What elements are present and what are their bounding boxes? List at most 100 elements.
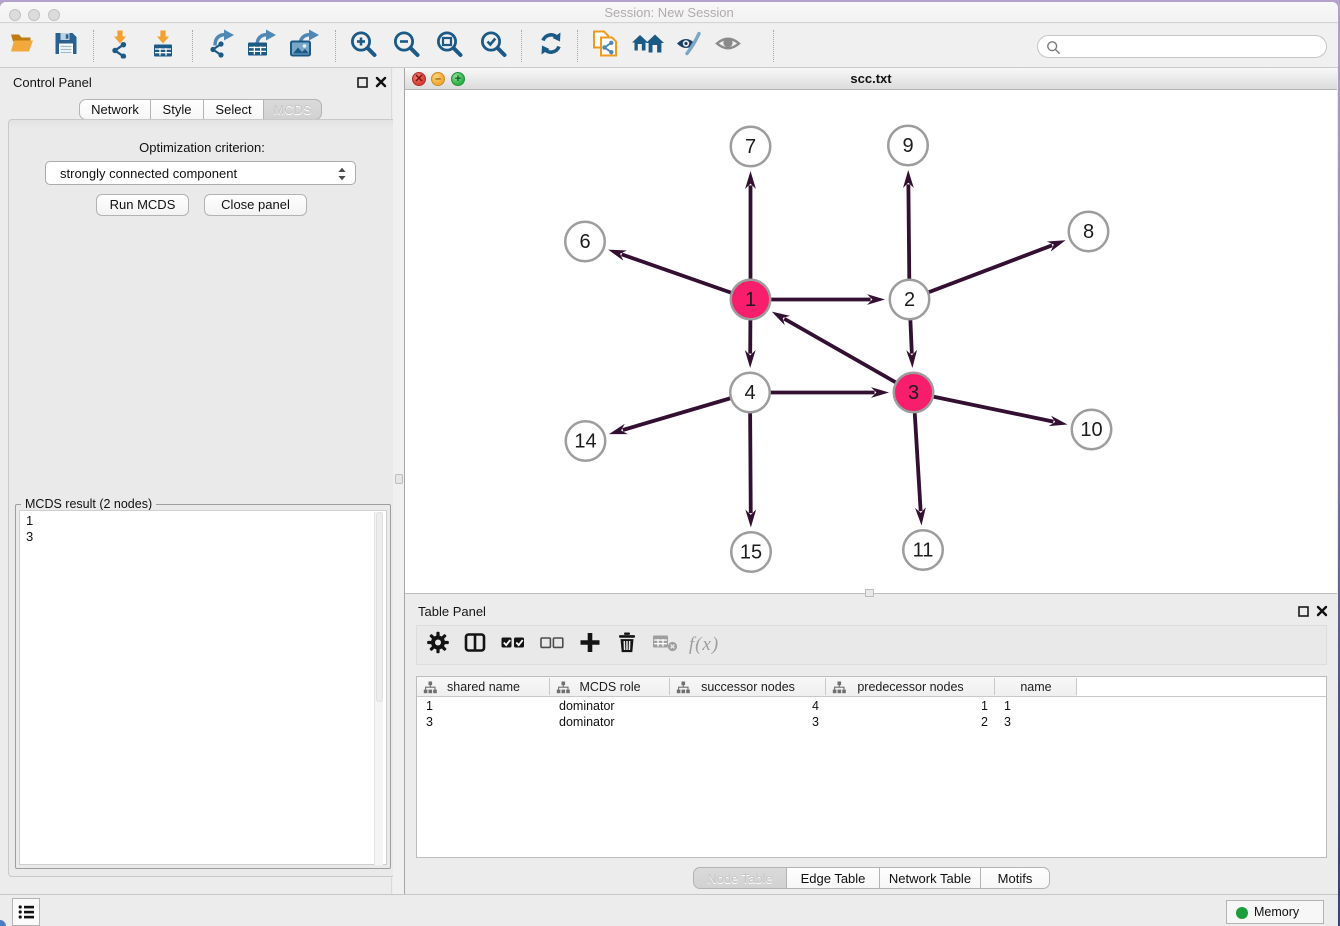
tab-edge-table[interactable]: Edge Table [787, 867, 880, 889]
export-network-icon[interactable] [205, 28, 235, 63]
node-label: 15 [740, 542, 762, 564]
tab-network[interactable]: Network [79, 99, 151, 120]
graph-node-2[interactable]: 2 [890, 280, 930, 320]
network-window-title: scc.txt [405, 71, 1337, 86]
fit-content-icon[interactable] [434, 28, 464, 63]
table-row[interactable]: 3dominator323 [417, 714, 1326, 730]
refresh-icon[interactable] [536, 29, 566, 62]
checkbox-unchecked-pair-icon[interactable] [539, 631, 565, 660]
import-table-icon[interactable] [149, 28, 177, 63]
result-scrollbar[interactable] [374, 512, 383, 865]
column-header-MCDS-role[interactable]: MCDS role [550, 677, 670, 696]
node-label: 3 [908, 382, 919, 404]
close-panel-icon[interactable] [1316, 605, 1328, 617]
trash-icon[interactable] [615, 631, 639, 660]
criterion-select[interactable]: strongly connected component [45, 161, 356, 185]
mcds-result-textarea[interactable]: 1 3 [19, 510, 387, 865]
node-label: 8 [1083, 221, 1094, 243]
split-columns-icon[interactable] [463, 631, 487, 660]
desktop: Session: New Session Control Panel Netwo… [0, 0, 1340, 926]
table-cell: 1 [826, 699, 988, 713]
show-details-icon[interactable] [714, 31, 744, 60]
column-header-successor-nodes[interactable]: successor nodes [670, 677, 826, 696]
column-header-shared-name[interactable]: shared name [417, 677, 550, 696]
column-header-label: shared name [417, 680, 550, 694]
table-panel: Table Panel f(x) shared nameMCDS rolesuc… [405, 599, 1338, 895]
import-network-icon[interactable] [106, 28, 134, 63]
app-title: Session: New Session [0, 5, 1338, 20]
graph-node-3[interactable]: 3 [894, 373, 934, 413]
tab-style[interactable]: Style [151, 99, 204, 120]
graph-node-11[interactable]: 11 [903, 530, 943, 570]
tab-mcds[interactable]: MCDS [264, 99, 322, 120]
mcds-tab-panel: Optimization criterion: strongly connect… [8, 119, 396, 877]
plus-icon[interactable] [578, 631, 602, 660]
zoom-selected-icon[interactable] [478, 28, 508, 63]
cytoscape-window: Session: New Session Control Panel Netwo… [0, 2, 1338, 926]
tab-select[interactable]: Select [204, 99, 264, 120]
criterion-selected-value: strongly connected component [60, 166, 237, 181]
column-header-label: predecessor nodes [826, 680, 995, 694]
table-row[interactable]: 1dominator411 [417, 698, 1326, 714]
network-resize-handle[interactable] [865, 589, 874, 597]
open-session-icon[interactable] [7, 28, 37, 63]
save-session-icon[interactable] [52, 29, 80, 62]
column-header-label: MCDS role [550, 680, 670, 694]
memory-button[interactable]: Memory [1226, 900, 1324, 924]
fx-icon: f(x) [689, 634, 719, 656]
status-bar: Memory [0, 894, 1338, 926]
gear-icon[interactable] [426, 631, 450, 660]
checkbox-checked-pair-icon[interactable] [500, 631, 526, 660]
edge-3-1[interactable] [784, 319, 913, 393]
column-header-predecessor-nodes[interactable]: predecessor nodes [826, 677, 995, 696]
tab-node-table[interactable]: Node Table [693, 867, 787, 889]
splitter-handle[interactable] [395, 474, 403, 484]
table-cell: 3 [670, 715, 819, 729]
node-label: 9 [902, 135, 913, 157]
edge-2-8[interactable] [910, 245, 1053, 299]
home-icon[interactable] [631, 30, 665, 61]
control-panel: Control Panel NetworkStyleSelectMCDS Opt… [0, 68, 392, 895]
graph-node-15[interactable]: 15 [731, 532, 771, 572]
float-panel-icon[interactable] [1298, 606, 1309, 617]
graph-node-9[interactable]: 9 [888, 126, 928, 166]
export-table-icon[interactable] [245, 28, 277, 63]
search-box[interactable] [1037, 35, 1327, 58]
table-cell: 3 [426, 715, 550, 729]
zoom-in-icon[interactable] [348, 28, 378, 63]
table-cell: 3 [1004, 715, 1077, 729]
node-label: 11 [913, 540, 934, 562]
graph-node-14[interactable]: 14 [566, 421, 606, 461]
export-image-icon[interactable] [288, 28, 320, 63]
edge-3-10[interactable] [914, 393, 1054, 422]
tab-motifs[interactable]: Motifs [981, 867, 1050, 889]
mcds-result-title: MCDS result (2 nodes) [21, 497, 156, 511]
task-history-button[interactable] [12, 898, 40, 926]
graph-node-7[interactable]: 7 [731, 127, 771, 167]
column-resize-handle[interactable] [1076, 678, 1077, 695]
control-panel-title: Control Panel [13, 75, 92, 90]
run-mcds-button[interactable]: Run MCDS [96, 194, 189, 216]
network-graph[interactable]: 1 2 3 4 6 7 8 9 10 11 14 15 [405, 90, 1337, 593]
search-input[interactable] [1064, 37, 1319, 56]
hide-details-icon[interactable] [674, 30, 706, 61]
table-cell: dominator [559, 715, 670, 729]
memory-label: Memory [1254, 905, 1299, 919]
column-header-name[interactable]: name [995, 677, 1077, 696]
close-panel-icon[interactable] [375, 76, 387, 88]
vertical-splitter[interactable] [393, 68, 405, 895]
graph-node-1[interactable]: 1 [731, 280, 771, 320]
toolbar-separator [192, 30, 193, 62]
table-panel-title: Table Panel [418, 604, 486, 619]
close-panel-button[interactable]: Close panel [204, 194, 307, 216]
graph-node-10[interactable]: 10 [1072, 410, 1112, 450]
tab-network-table[interactable]: Network Table [880, 867, 981, 889]
table-toolbar: f(x) [416, 625, 1327, 665]
graph-node-8[interactable]: 8 [1069, 212, 1109, 252]
graph-node-6[interactable]: 6 [565, 222, 605, 262]
zoom-out-icon[interactable] [391, 28, 421, 63]
toolbar-separator [93, 30, 94, 62]
clone-network-icon[interactable] [590, 27, 620, 64]
float-panel-icon[interactable] [357, 77, 368, 88]
graph-node-4[interactable]: 4 [730, 373, 770, 413]
